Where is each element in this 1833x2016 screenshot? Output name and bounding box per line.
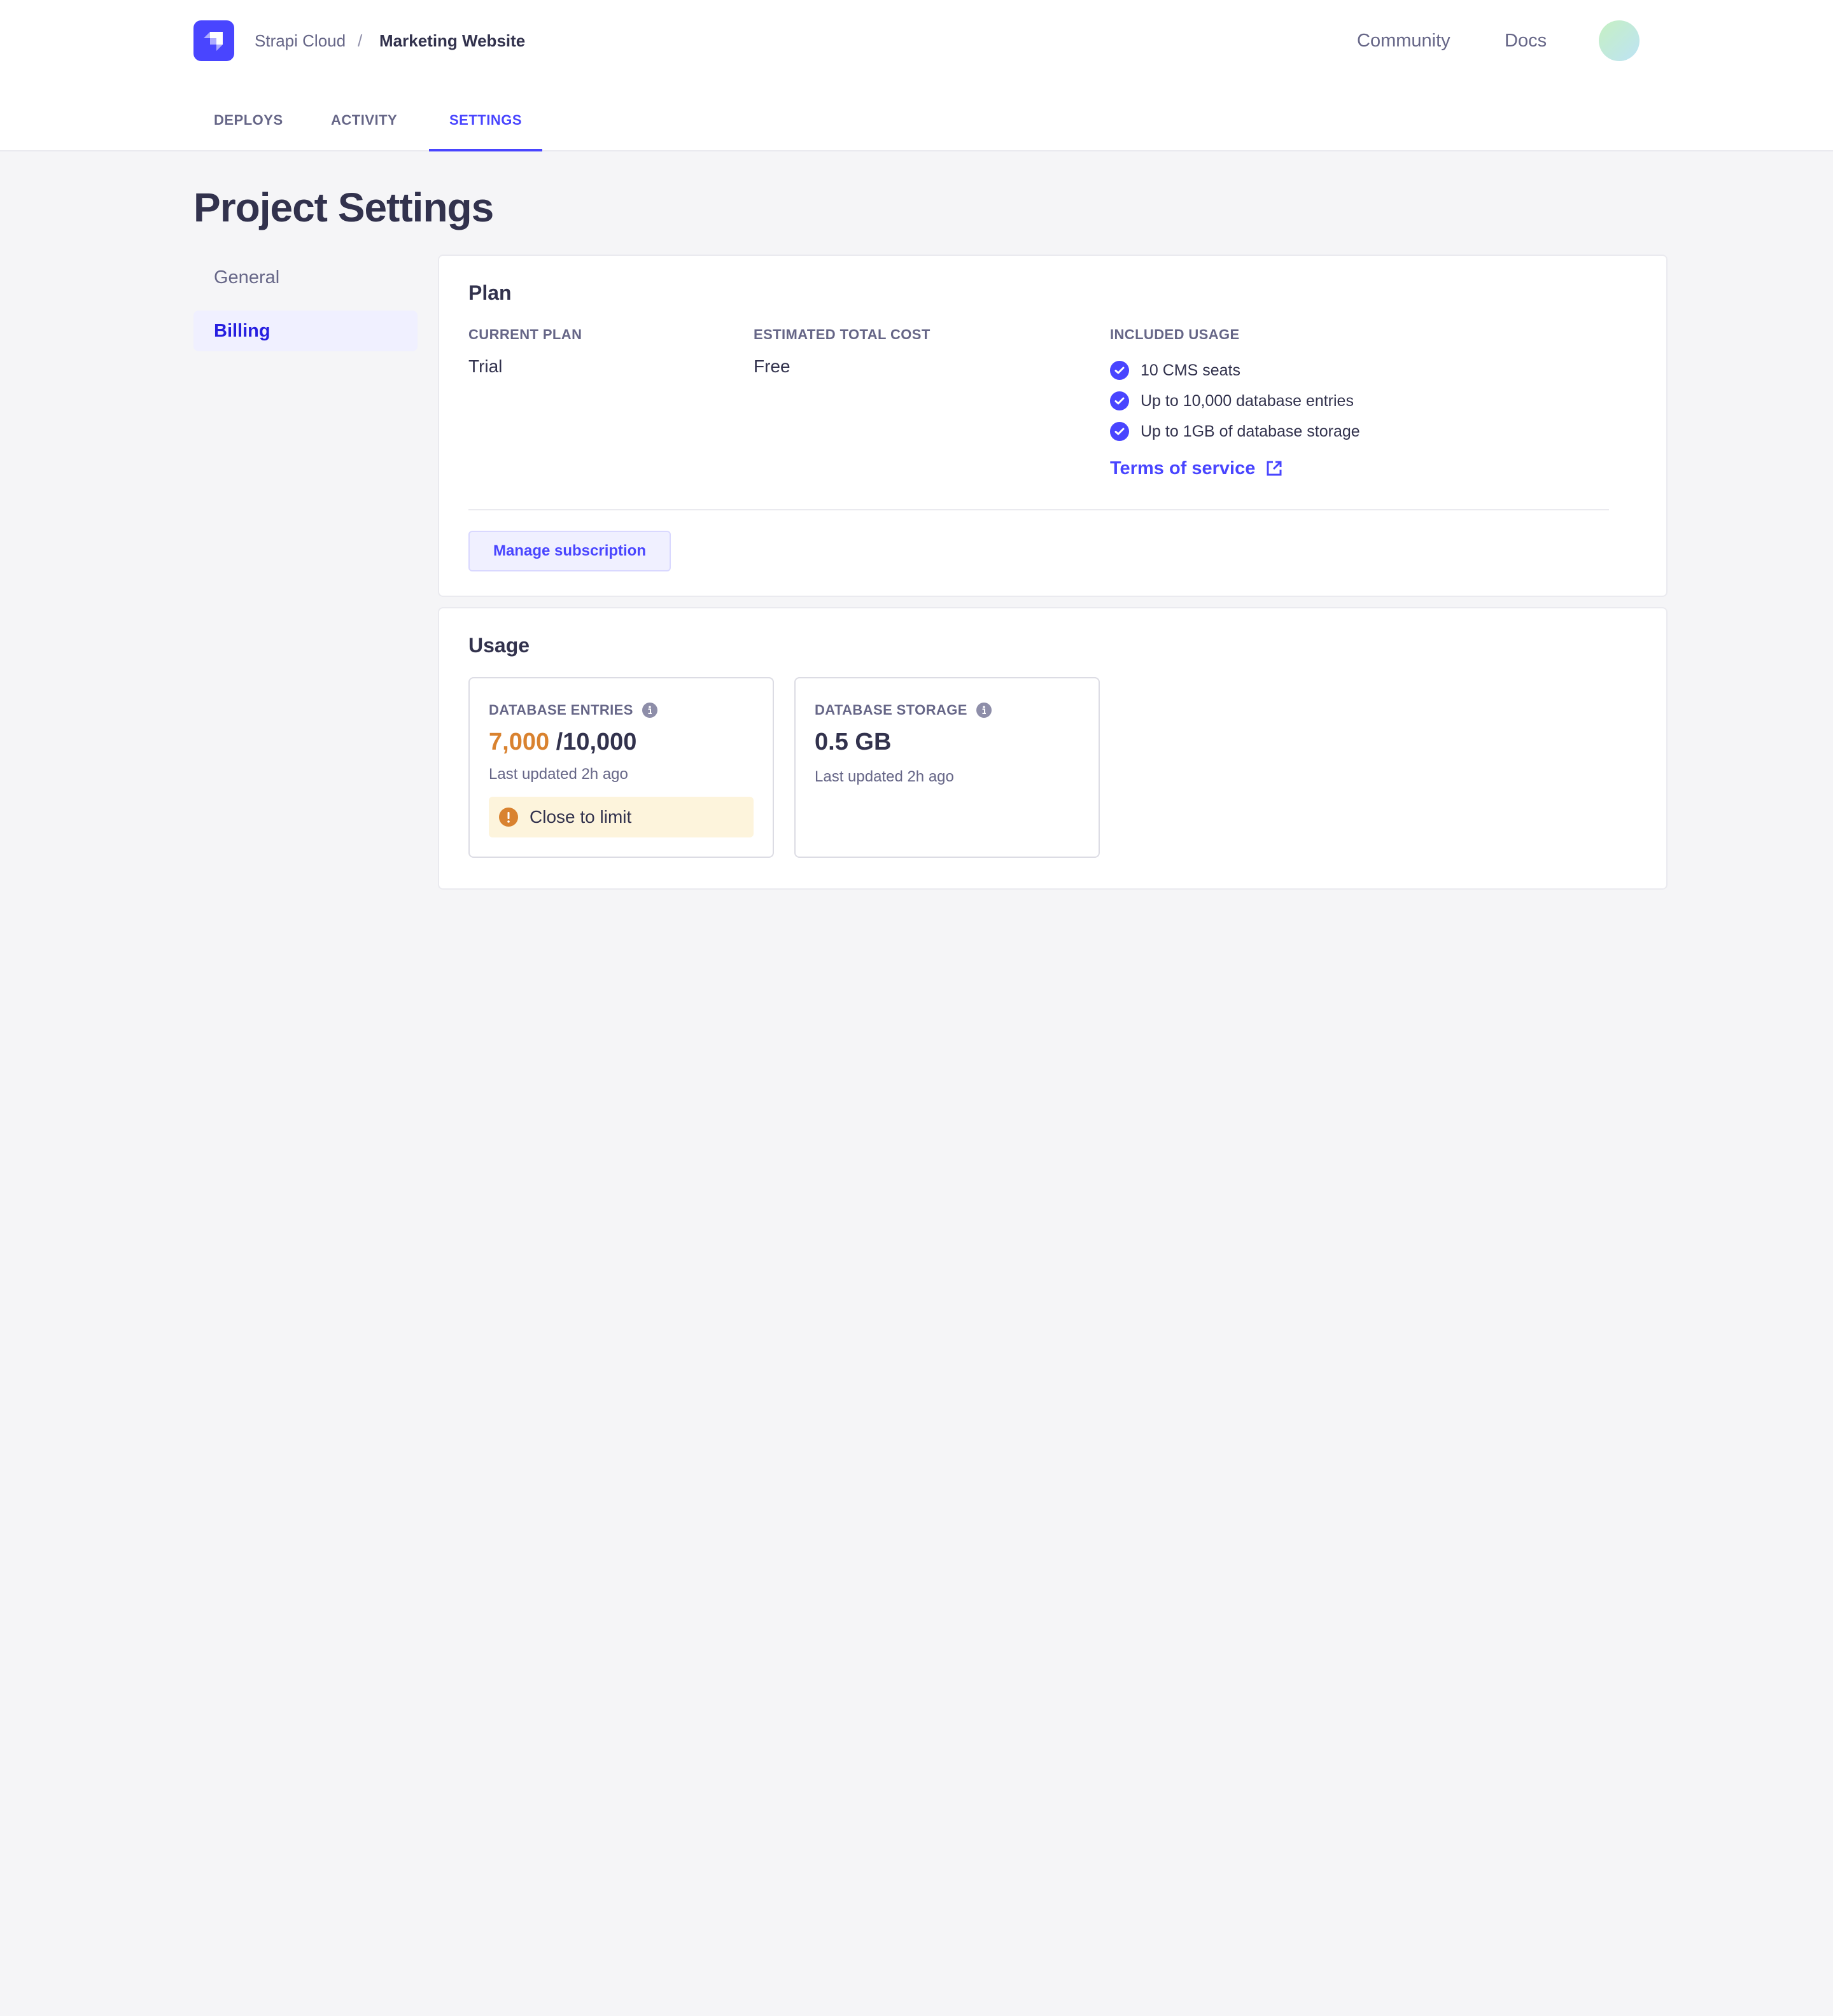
tab-settings[interactable]: SETTINGS [449,111,522,130]
tab-activity[interactable]: ACTIVITY [331,111,397,130]
sidebar-item-billing[interactable]: Billing [193,311,418,351]
docs-link[interactable]: Docs [1505,29,1547,52]
current-plan-value: Trial [468,356,503,376]
list-item: Up to 10,000 database entries [1110,386,1360,416]
divider [468,509,1609,510]
database-entries-limit: /10,000 [556,729,637,755]
database-storage-label: DATABASE STORAGE [815,701,992,719]
terms-of-service-label: Terms of service [1110,458,1256,479]
close-to-limit-text: Close to limit [530,807,632,827]
tab-deploys[interactable]: DEPLOYS [214,111,283,130]
breadcrumb-root-link[interactable]: Strapi Cloud [255,31,346,51]
plan-card: Plan CURRENT PLAN Trial ESTIMATED TOTAL … [438,255,1668,597]
manage-subscription-button[interactable]: Manage subscription [468,531,671,571]
info-icon[interactable] [976,703,992,718]
database-entries-label: DATABASE ENTRIES [489,701,657,719]
check-circle-icon [1110,422,1129,441]
breadcrumb-separator: / [358,31,363,50]
included-usage-text: 10 CMS seats [1141,361,1241,379]
database-storage-label-text: DATABASE STORAGE [815,702,967,718]
database-storage-value: 0.5 GB [815,729,892,755]
check-circle-icon [1110,361,1129,380]
page-title: Project Settings [193,185,494,230]
database-entries-value: 7,000 /10,000 [489,727,636,757]
sidebar-item-general[interactable]: General [193,257,418,298]
external-link-icon [1265,459,1283,477]
estimated-cost-label: ESTIMATED TOTAL COST [754,326,931,342]
user-avatar[interactable] [1599,20,1640,61]
strapi-logo-icon[interactable] [193,20,234,61]
list-item: 10 CMS seats [1110,355,1360,386]
usage-card: Usage DATABASE ENTRIES 7,000 /10,000 Las… [438,607,1668,890]
top-header: Strapi Cloud / Marketing Website Communi… [0,0,1833,151]
included-usage-text: Up to 1GB of database storage [1141,422,1360,440]
database-entries-stat: DATABASE ENTRIES 7,000 /10,000 Last upda… [468,677,774,858]
check-circle-icon [1110,391,1129,410]
close-to-limit-alert: Close to limit [489,797,754,837]
info-icon[interactable] [642,703,657,718]
active-tab-indicator [429,149,542,151]
estimated-cost-value: Free [754,356,790,376]
database-storage-updated: Last updated 2h ago [815,768,954,785]
current-plan-label: CURRENT PLAN [468,326,582,342]
list-item: Up to 1GB of database storage [1110,416,1360,447]
usage-title: Usage [468,634,530,657]
terms-of-service-link[interactable]: Terms of service [1110,457,1283,480]
database-entries-label-text: DATABASE ENTRIES [489,702,633,718]
community-link[interactable]: Community [1357,29,1450,52]
warning-icon [499,808,518,827]
plan-title: Plan [468,281,512,304]
database-entries-used: 7,000 [489,729,550,755]
database-storage-stat: DATABASE STORAGE 0.5 GB Last updated 2h … [794,677,1100,858]
breadcrumb-current: Marketing Website [379,31,526,50]
included-usage-list: 10 CMS seats Up to 10,000 database entri… [1110,355,1360,447]
included-usage-text: Up to 10,000 database entries [1141,391,1354,410]
included-usage-label: INCLUDED USAGE [1110,326,1240,342]
database-entries-updated: Last updated 2h ago [489,766,628,783]
